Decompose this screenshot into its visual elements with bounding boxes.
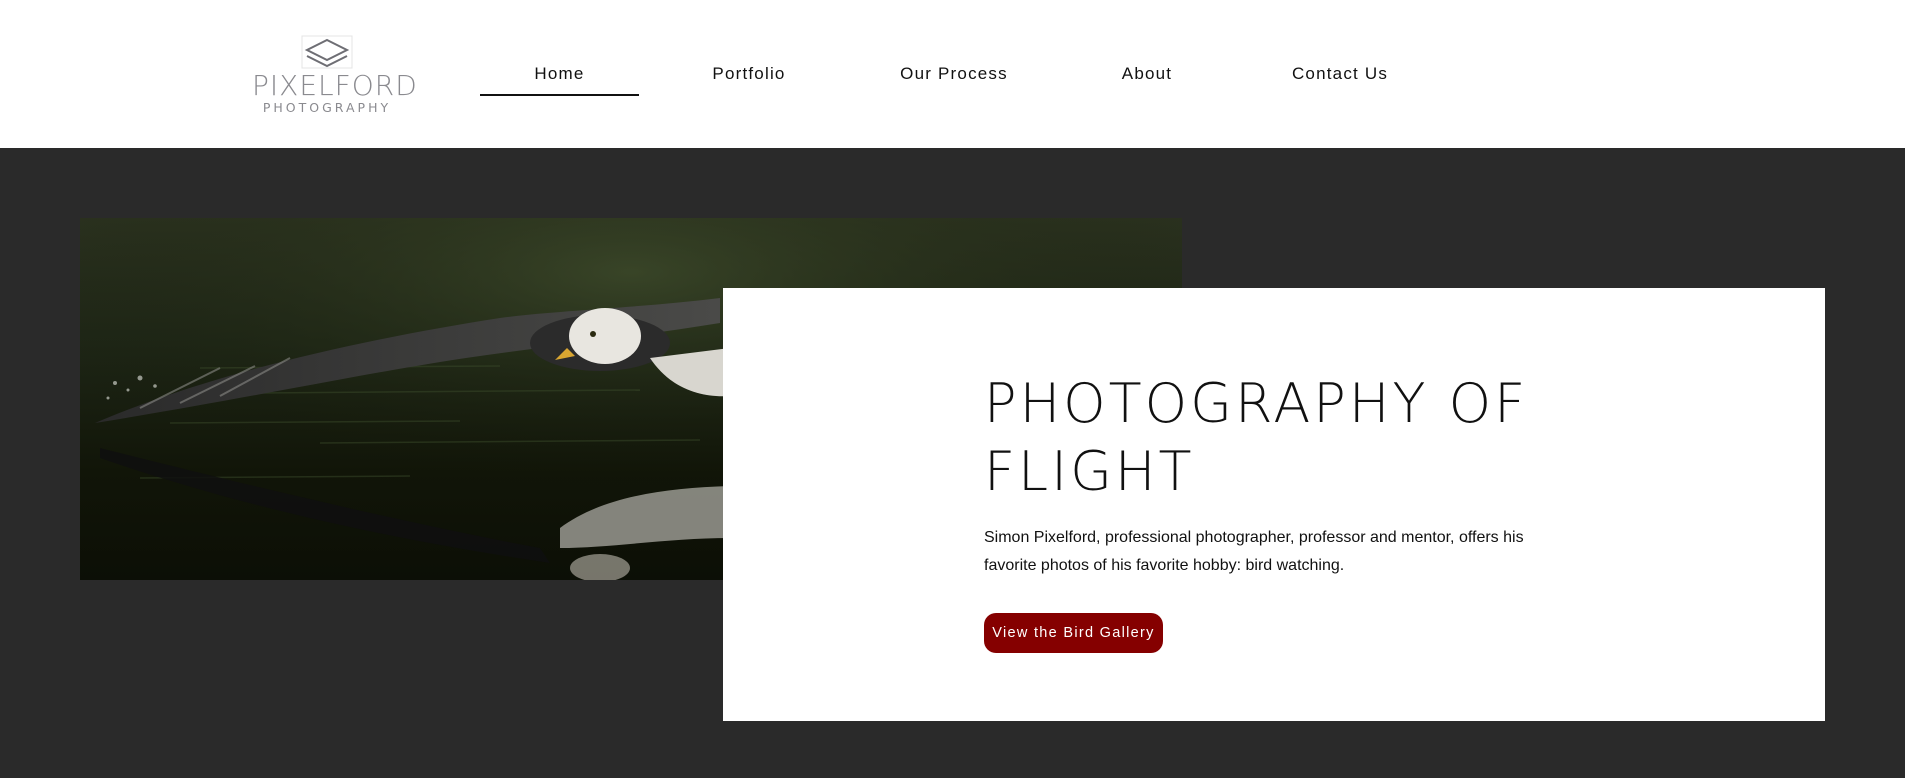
nav-contact-us[interactable]: Contact Us	[1260, 56, 1420, 96]
nav-contact-us-label: Contact Us	[1291, 64, 1389, 83]
nav-home[interactable]: Home	[480, 56, 639, 96]
brand-subtitle: PHOTOGRAPHY	[262, 100, 392, 115]
diamond-logo-icon	[301, 35, 353, 69]
hero-title: PHOTOGRAPHY OF FLIGHT	[984, 372, 1529, 503]
nav-home-label: Home	[534, 64, 585, 83]
nav-our-process[interactable]: Our Process	[874, 56, 1034, 96]
hero-description: Simon Pixelford, professional photograph…	[984, 529, 1524, 574]
brand-name: PIXELFORD	[252, 69, 418, 102]
view-bird-gallery-button[interactable]: View the Bird Gallery	[984, 613, 1163, 653]
nav-about-label: About	[1121, 64, 1173, 83]
nav-our-process-label: Our Process	[900, 64, 1008, 83]
nav-portfolio[interactable]: Portfolio	[684, 56, 814, 96]
hero-card: PHOTOGRAPHY OF FLIGHT Simon Pixelford, p…	[723, 288, 1825, 721]
nav-about[interactable]: About	[1094, 56, 1200, 96]
nav-portfolio-label: Portfolio	[712, 64, 786, 83]
site-header: PIXELFORD PHOTOGRAPHY Home Portfolio Our…	[0, 0, 1905, 148]
active-nav-underline	[480, 94, 639, 96]
hero-section: PHOTOGRAPHY OF FLIGHT Simon Pixelford, p…	[0, 148, 1905, 778]
logo[interactable]: PIXELFORD PHOTOGRAPHY	[252, 34, 418, 120]
